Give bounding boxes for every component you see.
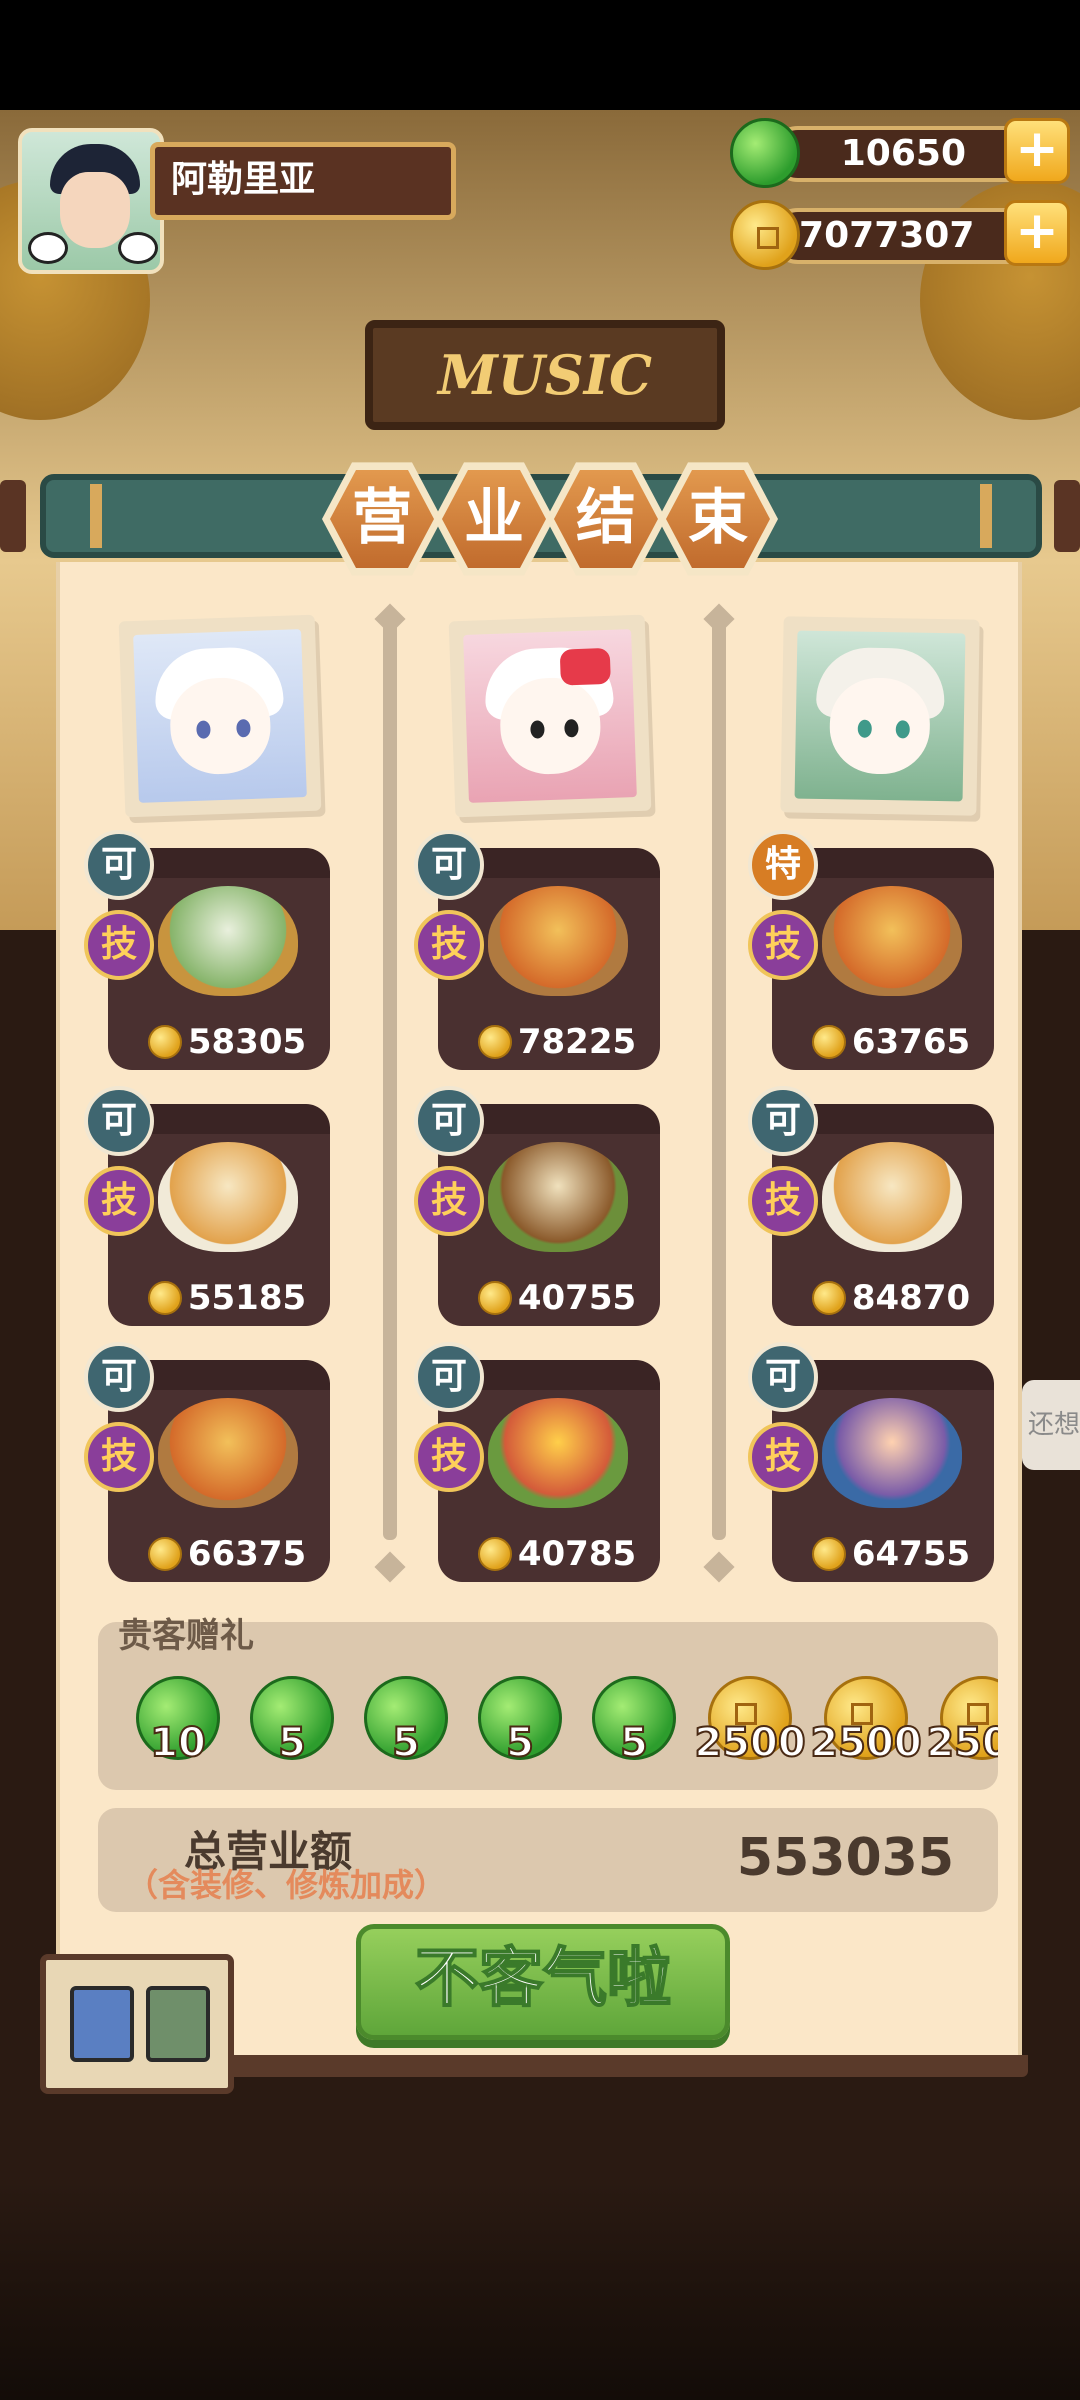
title-hex: 业 [434, 462, 554, 576]
coin-icon [147, 1537, 182, 1571]
floor [0, 2180, 1080, 2400]
title-hex: 营 [322, 462, 442, 576]
gold-currency: 67077307 + [730, 200, 1070, 270]
gift-item: 2500 [809, 1676, 923, 1767]
avatar-face [60, 172, 130, 248]
music-sign: MUSIC [365, 320, 725, 430]
jade-currency: 10650 + [730, 118, 1070, 188]
add-gold-button[interactable]: + [1004, 200, 1070, 266]
total-revenue-box: 总营业额 （含装修、修炼加成） 553035 [98, 1808, 998, 1912]
availability-badge: 可 [84, 830, 154, 900]
total-revenue-value: 553035 [736, 1828, 954, 1888]
panda-icon [28, 232, 68, 264]
dish-image [822, 1398, 962, 1508]
dish-image [158, 1398, 298, 1508]
gold-coin-icon [730, 200, 800, 270]
camera-icon[interactable] [146, 1986, 210, 2062]
coin-icon [811, 1281, 846, 1315]
jade-icon [730, 118, 800, 188]
gift-item: 2500 [693, 1676, 807, 1767]
gift-section-title: 贵客赠礼 [118, 1616, 254, 1656]
skill-badge: 技 [748, 1422, 818, 1492]
game-screen: MUSIC 还想吃 阿勒里亚 10650 + 67077307 + 营 业 结 … [0, 0, 1080, 2400]
scroll-end-left [0, 480, 26, 552]
gift-item: 5 [364, 1676, 448, 1767]
gift-item: 5 [478, 1676, 562, 1767]
dish-image [158, 1142, 298, 1252]
title-hex: 结 [546, 462, 666, 576]
total-revenue-note: （含装修、修炼加成） [126, 1866, 447, 1904]
quick-tools-frame [40, 1954, 234, 2094]
skill-badge: 技 [84, 910, 154, 980]
skill-badge: 技 [84, 1422, 154, 1492]
dish-image [488, 1398, 628, 1508]
add-jade-button[interactable]: + [1004, 118, 1070, 184]
dish-image [822, 1142, 962, 1252]
guest-portrait-image [133, 629, 307, 803]
dish-price: 66375 [187, 1534, 307, 1574]
gift-item: 2500 [925, 1676, 998, 1767]
coin-icon [477, 1281, 512, 1315]
availability-badge: 可 [84, 1086, 154, 1156]
availability-badge: 可 [748, 1342, 818, 1412]
dish-image [158, 886, 298, 996]
panel-title: 营 业 结 束 [322, 460, 782, 580]
side-speech-bubble: 还想吃 [1022, 1380, 1080, 1470]
skill-badge: 技 [84, 1166, 154, 1236]
coin-icon [811, 1537, 846, 1571]
availability-badge: 可 [84, 1342, 154, 1412]
skill-badge: 技 [748, 1166, 818, 1236]
player-name: 阿勒里亚 [150, 142, 456, 220]
dish-price: 78225 [517, 1022, 637, 1062]
gift-item: 10 [136, 1676, 220, 1767]
guest-portrait[interactable] [780, 616, 980, 816]
panda-icon [118, 232, 158, 264]
dish-price: 58305 [187, 1022, 307, 1062]
guest-portrait[interactable] [118, 614, 322, 818]
column-divider [712, 620, 726, 1540]
skill-badge: 技 [414, 1422, 484, 1492]
coin-icon [811, 1025, 846, 1059]
skill-badge: 技 [748, 910, 818, 980]
availability-badge: 可 [414, 1086, 484, 1156]
title-hex: 束 [658, 462, 778, 576]
coin-icon [147, 1025, 182, 1059]
column-divider [383, 620, 397, 1540]
dish-price: 84870 [851, 1278, 971, 1318]
scroll-end-right [1054, 480, 1080, 552]
dish-price: 55185 [187, 1278, 307, 1318]
dish-image [488, 886, 628, 996]
gift-item: 5 [250, 1676, 334, 1767]
dish-price: 40785 [517, 1534, 637, 1574]
skill-badge: 技 [414, 910, 484, 980]
availability-badge: 可 [414, 830, 484, 900]
dish-price: 40755 [517, 1278, 637, 1318]
dish-price: 63765 [851, 1022, 971, 1062]
dish-price: 64755 [851, 1534, 971, 1574]
skill-badge: 技 [414, 1166, 484, 1236]
coin-icon [477, 1537, 512, 1571]
availability-badge: 可 [748, 1086, 818, 1156]
coin-icon [147, 1281, 182, 1315]
dish-image [488, 1142, 628, 1252]
camera-icon[interactable] [70, 1986, 134, 2062]
availability-badge: 可 [414, 1342, 484, 1412]
gift-item: 5 [592, 1676, 676, 1767]
guest-portrait-image [794, 630, 966, 802]
special-badge: 特 [748, 830, 818, 900]
confirm-button[interactable]: 不客气啦 [356, 1924, 730, 2040]
guest-portrait-image [463, 629, 637, 803]
dish-image [822, 886, 962, 996]
guest-portrait[interactable] [448, 614, 652, 818]
coin-icon [477, 1025, 512, 1059]
player-avatar[interactable] [18, 128, 164, 274]
